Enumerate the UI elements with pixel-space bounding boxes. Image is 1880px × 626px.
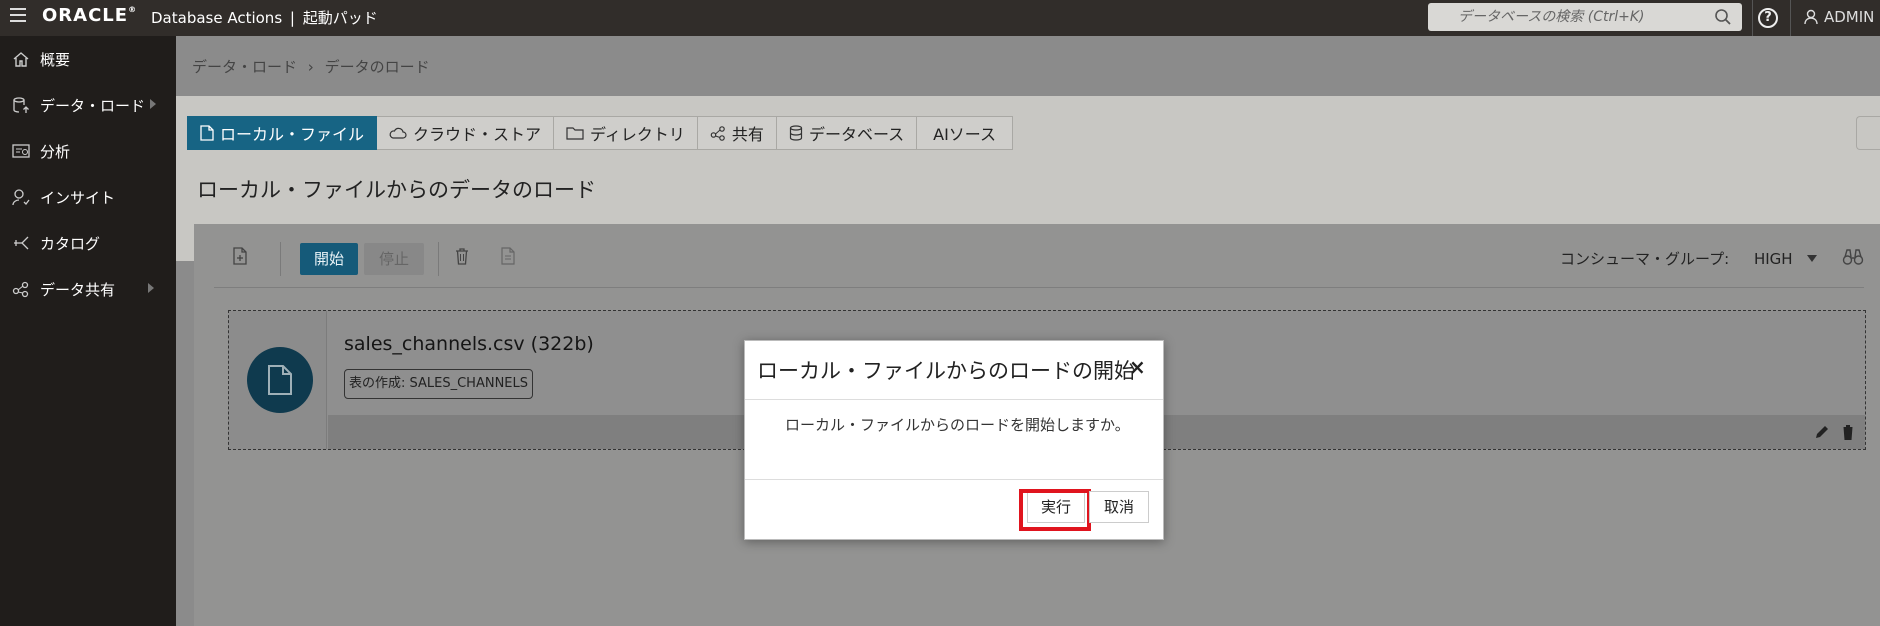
tab-label: ディレクトリ (590, 125, 685, 144)
sidebar-item-label: データ・ロード (40, 96, 146, 115)
file-icon (268, 365, 292, 395)
dropdown-arrow-icon (1807, 255, 1818, 262)
divider (438, 242, 439, 276)
top-bar: ORACLE® Database Actions | 起動パッド ? ADMIN (0, 0, 1880, 36)
divider (745, 479, 1163, 480)
search-icon[interactable] (1714, 8, 1732, 26)
file-name: sales_channels.csv (322b) (344, 333, 594, 355)
sidebar: 概要 データ・ロード 分析 インサイト カタログ データ共有 (0, 36, 176, 626)
close-icon[interactable]: × (1129, 355, 1146, 379)
cancel-button[interactable]: 取消 (1089, 491, 1149, 523)
dialog-title: ローカル・ファイルからのロードの開始 (757, 359, 1135, 383)
expand-arrow-icon[interactable] (150, 99, 156, 109)
breadcrumb-parent[interactable]: データ・ロード (192, 58, 297, 76)
share-icon (710, 126, 725, 141)
divider (1790, 0, 1791, 36)
chevron-right-icon: › (307, 58, 314, 76)
sidebar-item-data-share[interactable]: データ共有 (0, 266, 176, 312)
settings-gear-icon[interactable] (1856, 116, 1880, 150)
title-separator: | (289, 9, 295, 27)
breadcrumb-current: データのロード (324, 58, 430, 76)
divider (1752, 0, 1753, 36)
divider (280, 242, 281, 276)
home-icon (13, 52, 29, 67)
toolbar: 開始 停止 コンシューマ・グループ: HIGH (214, 224, 1864, 288)
expand-arrow-icon[interactable] (148, 283, 154, 293)
dialog-message: ローカル・ファイルからのロードを開始しますか。 (785, 416, 1130, 434)
execute-highlight-box (1019, 489, 1091, 531)
divider (745, 399, 1163, 400)
hamburger-menu-icon[interactable] (10, 8, 26, 22)
stop-button[interactable]: 停止 (364, 243, 424, 275)
tab-label: ローカル・ファイル (220, 125, 365, 144)
file-card-icon-area (229, 311, 327, 449)
source-tabs: ローカル・ファイル クラウド・ストア ディレクトリ 共有 データベース AIソー… (187, 116, 1014, 150)
app-name: Database Actions (151, 9, 283, 27)
pencil-icon[interactable] (1813, 423, 1831, 441)
database-icon (789, 125, 803, 141)
binoculars-icon[interactable] (1842, 248, 1864, 266)
sidebar-item-data-load[interactable]: データ・ロード (0, 82, 176, 128)
file-icon (200, 125, 214, 141)
document-icon[interactable] (498, 246, 518, 266)
database-upload-icon (13, 97, 29, 113)
tab-database[interactable]: データベース (776, 116, 918, 150)
tab-local-file[interactable]: ローカル・ファイル (187, 116, 378, 150)
analysis-icon (12, 144, 30, 158)
search-input[interactable] (1428, 3, 1718, 31)
tab-label: 共有 (731, 125, 764, 144)
user-menu[interactable]: ADMIN (1804, 8, 1874, 26)
cloud-icon (389, 127, 407, 139)
breadcrumb: データ・ロード › データのロード (192, 56, 430, 77)
sidebar-item-analysis[interactable]: 分析 (0, 128, 176, 174)
sidebar-item-overview[interactable]: 概要 (0, 36, 176, 82)
sidebar-item-label: データ共有 (40, 280, 116, 299)
create-table-badge[interactable]: 表の作成: SALES_CHANNELS (344, 369, 534, 399)
tab-directory[interactable]: ディレクトリ (554, 116, 698, 150)
tab-label: AIソース (933, 125, 997, 144)
consumer-group-label: コンシューマ・グループ: (1560, 250, 1730, 268)
tab-share[interactable]: 共有 (697, 116, 777, 150)
share-icon (12, 281, 29, 298)
folder-icon (566, 127, 584, 140)
tab-ai-source[interactable]: AIソース (917, 116, 1014, 150)
start-button[interactable]: 開始 (300, 243, 358, 275)
sidebar-item-label: 概要 (40, 50, 71, 69)
trash-icon[interactable] (1839, 423, 1857, 441)
oracle-logo: ORACLE® (42, 5, 138, 26)
sidebar-item-label: インサイト (40, 188, 116, 207)
catalog-icon (14, 236, 29, 250)
trash-icon[interactable] (452, 246, 472, 266)
user-icon (1804, 9, 1818, 25)
insights-icon (12, 189, 30, 206)
page-title: ローカル・ファイルからのデータのロード (197, 178, 596, 202)
help-icon[interactable]: ? (1758, 8, 1778, 28)
user-name: ADMIN (1824, 8, 1875, 26)
consumer-group[interactable]: コンシューマ・グループ: HIGH (1560, 248, 1818, 269)
sidebar-item-insights[interactable]: インサイト (0, 174, 176, 220)
consumer-group-value: HIGH (1753, 250, 1793, 268)
file-avatar (247, 347, 313, 413)
sidebar-item-label: カタログ (40, 234, 101, 253)
tab-label: クラウド・ストア (413, 125, 542, 144)
start-load-dialog: ローカル・ファイルからのロードの開始 × ローカル・ファイルからのロードを開始し… (744, 340, 1164, 540)
tab-label: データベース (808, 125, 905, 144)
app-title[interactable]: Database Actions | 起動パッド (151, 7, 378, 28)
page-name: 起動パッド (302, 9, 378, 27)
sidebar-item-catalog[interactable]: カタログ (0, 220, 176, 266)
tab-cloud-store[interactable]: クラウド・ストア (377, 116, 555, 150)
database-search (1428, 3, 1742, 31)
add-file-icon[interactable] (230, 246, 250, 266)
sidebar-item-label: 分析 (40, 142, 71, 161)
